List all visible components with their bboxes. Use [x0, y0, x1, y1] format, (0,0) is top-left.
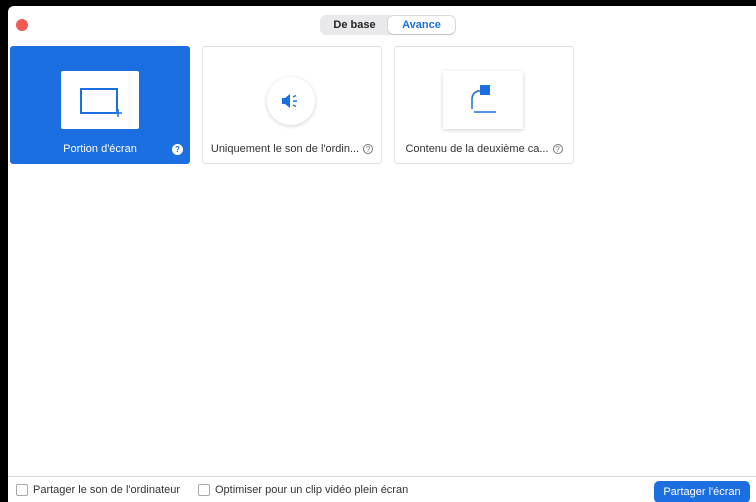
- help-icon[interactable]: ?: [363, 144, 374, 154]
- option-computer-sound-only[interactable]: Uniquement le son de l'ordin... ?: [202, 46, 382, 164]
- option-second-camera[interactable]: Contenu de la deuxième ca... ?: [394, 46, 574, 164]
- option-label: Uniquement le son de l'ordin...: [210, 143, 360, 155]
- checkbox-box[interactable]: [198, 484, 210, 496]
- checkbox-label: Optimiser pour un clip vidéo plein écran: [215, 484, 409, 496]
- mode-segmented-control: De base Avance: [320, 15, 456, 35]
- option-label-row: Portion d'écran: [11, 143, 189, 155]
- close-window-button[interactable]: [16, 19, 28, 31]
- screen-portion-icon: [61, 71, 139, 129]
- help-icon[interactable]: ?: [172, 144, 183, 155]
- checkbox-label: Partager le son de l'ordinateur: [33, 484, 181, 496]
- share-screen-window: De base Avance Portion d'écran ? Uniquem…: [8, 6, 756, 502]
- option-screen-portion[interactable]: Portion d'écran ?: [10, 46, 190, 164]
- share-screen-button[interactable]: Partager l'écran: [654, 481, 750, 502]
- tab-advanced[interactable]: Avance: [388, 16, 455, 34]
- help-icon[interactable]: ?: [552, 144, 563, 154]
- footer-bar: Partager le son de l'ordinateur Optimise…: [8, 477, 756, 502]
- option-label: Portion d'écran: [63, 143, 137, 155]
- option-label-row: Uniquement le son de l'ordin... ?: [203, 143, 381, 155]
- tab-basic[interactable]: De base: [321, 16, 388, 34]
- option-label: Contenu de la deuxième ca...: [405, 143, 549, 155]
- document-camera-icon: [443, 71, 523, 129]
- optimize-video-checkbox[interactable]: Optimiser pour un clip vidéo plein écran: [198, 484, 408, 496]
- speaker-icon: [267, 77, 315, 125]
- share-computer-sound-checkbox[interactable]: Partager le son de l'ordinateur: [16, 484, 180, 496]
- option-label-row: Contenu de la deuxième ca... ?: [395, 143, 573, 155]
- checkbox-box[interactable]: [16, 484, 28, 496]
